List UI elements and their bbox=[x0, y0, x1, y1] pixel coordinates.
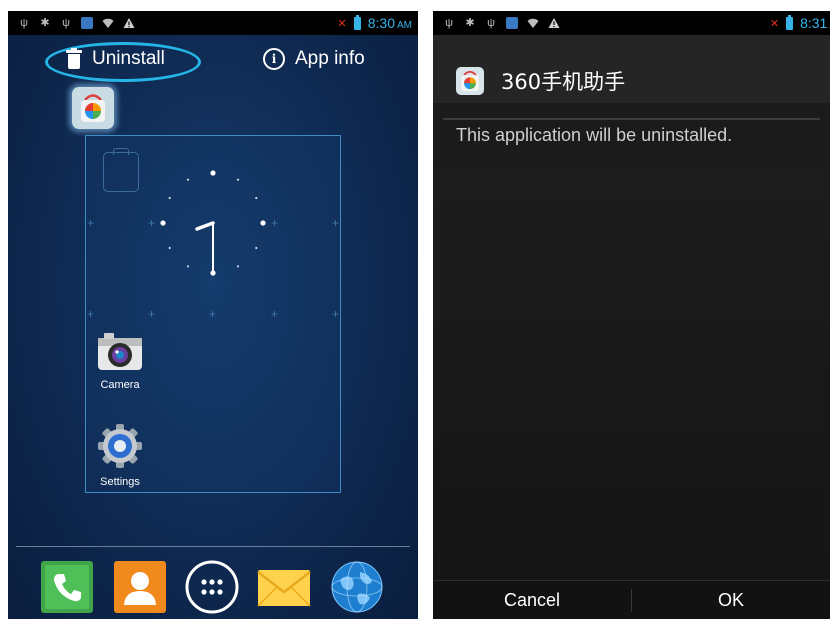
dialog-divider bbox=[443, 118, 820, 120]
android-debug-icon: ✱ bbox=[40, 17, 50, 29]
analog-clock-widget[interactable] bbox=[153, 163, 273, 283]
dock-browser[interactable] bbox=[330, 560, 384, 614]
app-notification-icon bbox=[506, 17, 518, 29]
dock-phone[interactable] bbox=[40, 560, 94, 614]
uninstall-dialog-screen: ψ ✱ ψ ✕ 8:31A bbox=[433, 11, 830, 619]
cancel-button[interactable]: Cancel bbox=[433, 581, 631, 619]
app-camera[interactable]: Camera bbox=[85, 330, 155, 391]
360-assistant-icon bbox=[81, 94, 105, 122]
dialog-app-icon bbox=[456, 67, 484, 95]
contacts-icon bbox=[114, 561, 166, 613]
app-notification-icon bbox=[81, 17, 93, 29]
wifi-icon bbox=[102, 17, 114, 29]
usb-icon: ψ bbox=[487, 17, 495, 29]
drop-target-bar: Uninstall i App info bbox=[8, 35, 418, 87]
settings-gear-icon bbox=[98, 424, 142, 468]
app-settings[interactable]: Settings bbox=[85, 423, 155, 488]
dock-messaging[interactable] bbox=[257, 560, 311, 614]
dialog-button-bar: Cancel OK bbox=[433, 580, 830, 619]
usb-icon: ψ bbox=[62, 17, 70, 29]
usb-icon: ψ bbox=[445, 17, 453, 29]
grid-marker: + bbox=[332, 307, 340, 321]
grid-marker: + bbox=[87, 216, 95, 230]
dialog-message: This application will be uninstalled. bbox=[456, 125, 733, 145]
browser-globe-icon bbox=[331, 561, 383, 613]
360-assistant-icon bbox=[461, 70, 479, 92]
launcher-screen: ψ ✱ ψ ✕ 8:30 AM Uninstall i App info + +… bbox=[8, 11, 418, 619]
all-apps-icon bbox=[185, 560, 239, 614]
ghost-drop-slot bbox=[103, 148, 139, 192]
no-sim-icon: ✕ bbox=[769, 17, 780, 30]
ok-button[interactable]: OK bbox=[632, 581, 830, 619]
status-time: 8:31 bbox=[800, 15, 828, 31]
wifi-icon bbox=[527, 17, 539, 29]
grid-marker: + bbox=[209, 307, 217, 321]
uninstall-label: Uninstall bbox=[92, 48, 165, 69]
uninstall-drop-target[interactable]: Uninstall bbox=[66, 48, 165, 70]
trash-icon bbox=[66, 48, 82, 70]
dock bbox=[8, 560, 418, 619]
android-debug-icon: ✱ bbox=[465, 17, 475, 29]
status-bar: ψ ✱ ψ ✕ 8:30 AM bbox=[8, 11, 418, 35]
grid-marker: + bbox=[87, 307, 95, 321]
battery-icon bbox=[353, 14, 361, 30]
camera-label: Camera bbox=[100, 379, 140, 391]
messaging-icon bbox=[257, 570, 311, 607]
dock-divider bbox=[16, 546, 410, 547]
battery-icon bbox=[786, 14, 794, 30]
settings-label: Settings bbox=[100, 476, 140, 488]
grid-marker: + bbox=[332, 216, 340, 230]
dialog-header: 360手机助手 bbox=[433, 35, 830, 103]
info-icon: i bbox=[263, 48, 285, 70]
dock-contacts[interactable] bbox=[113, 560, 167, 614]
no-sim-icon: ✕ bbox=[337, 17, 347, 30]
grid-marker: + bbox=[148, 307, 156, 321]
app-info-label: App info bbox=[295, 48, 365, 69]
status-ampm: AM bbox=[397, 20, 412, 31]
status-time: 8:30 bbox=[367, 15, 395, 31]
dragged-app-icon[interactable] bbox=[72, 87, 114, 129]
hour-hand bbox=[195, 221, 215, 231]
app-info-drop-target[interactable]: i App info bbox=[263, 48, 365, 70]
grid-marker: + bbox=[271, 307, 279, 321]
warning-icon bbox=[123, 17, 135, 29]
warning-icon bbox=[548, 17, 560, 29]
dock-all-apps[interactable] bbox=[185, 560, 239, 614]
dialog-body bbox=[433, 167, 830, 580]
dialog-title: 360手机助手 bbox=[501, 70, 626, 94]
camera-icon bbox=[98, 333, 142, 370]
status-bar: ψ ✱ ψ ✕ 8:31A bbox=[433, 11, 830, 35]
usb-icon: ψ bbox=[20, 17, 28, 29]
phone-icon bbox=[41, 561, 93, 613]
